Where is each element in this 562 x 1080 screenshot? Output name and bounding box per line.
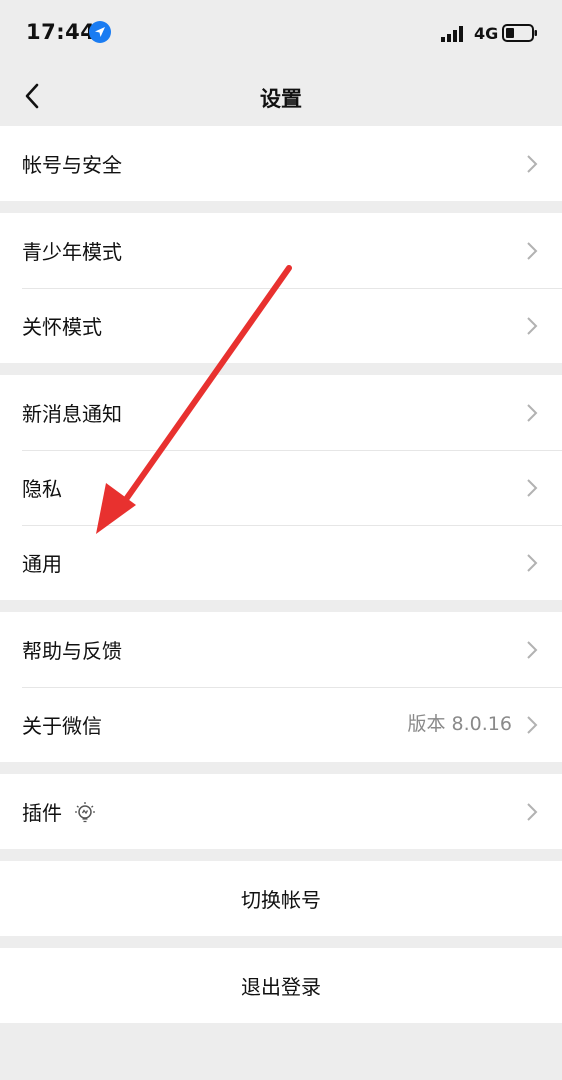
item-label: 帮助与反馈 [22,639,122,663]
status-bar: 17:44 4G [0,0,562,64]
chevron-right-icon [527,242,538,260]
logout-button[interactable]: 退出登录 [0,948,562,1023]
network-type: 4G [474,24,499,43]
item-label: 隐私 [22,477,62,501]
settings-group-account: 帐号与安全 [0,126,562,201]
new-message-notification-item[interactable]: 新消息通知 [0,375,562,450]
page-title: 设置 [260,87,302,111]
chevron-right-icon [527,479,538,497]
general-item[interactable]: 通用 [0,525,562,600]
switch-account-button[interactable]: 切换帐号 [0,861,562,936]
chevron-right-icon [527,641,538,659]
item-label: 通用 [22,552,62,576]
help-feedback-item[interactable]: 帮助与反馈 [0,612,562,687]
chevron-right-icon [527,716,538,734]
chevron-right-icon [527,404,538,422]
lightbulb-icon [75,801,95,822]
nav-bar: 设置 [0,64,562,126]
chevron-right-icon [527,803,538,821]
care-mode-item[interactable]: 关怀模式 [0,288,562,363]
settings-group-plugins: 插件 [0,774,562,849]
item-label: 插件 [22,801,62,825]
about-wechat-item[interactable]: 关于微信 版本 8.0.16 [0,687,562,762]
privacy-item[interactable]: 隐私 [0,450,562,525]
item-label: 新消息通知 [22,402,122,426]
youth-mode-item[interactable]: 青少年模式 [0,213,562,288]
chevron-right-icon [527,155,538,173]
settings-group-about: 帮助与反馈 关于微信 版本 8.0.16 [0,612,562,762]
status-time: 17:44 [26,20,96,44]
account-security-item[interactable]: 帐号与安全 [0,126,562,201]
item-label: 关于微信 [22,714,102,738]
plugins-item[interactable]: 插件 [0,774,562,849]
signal-icon [441,26,463,42]
settings-group-general: 新消息通知 隐私 通用 [0,375,562,600]
location-arrow-icon [89,21,111,43]
chevron-right-icon [527,554,538,572]
version-value: 版本 8.0.16 [407,713,512,735]
item-label: 关怀模式 [22,315,102,339]
battery-icon [502,24,537,42]
item-label: 帐号与安全 [22,153,122,177]
chevron-right-icon [527,317,538,335]
item-label: 青少年模式 [22,240,122,264]
settings-group-modes: 青少年模式 关怀模式 [0,213,562,363]
